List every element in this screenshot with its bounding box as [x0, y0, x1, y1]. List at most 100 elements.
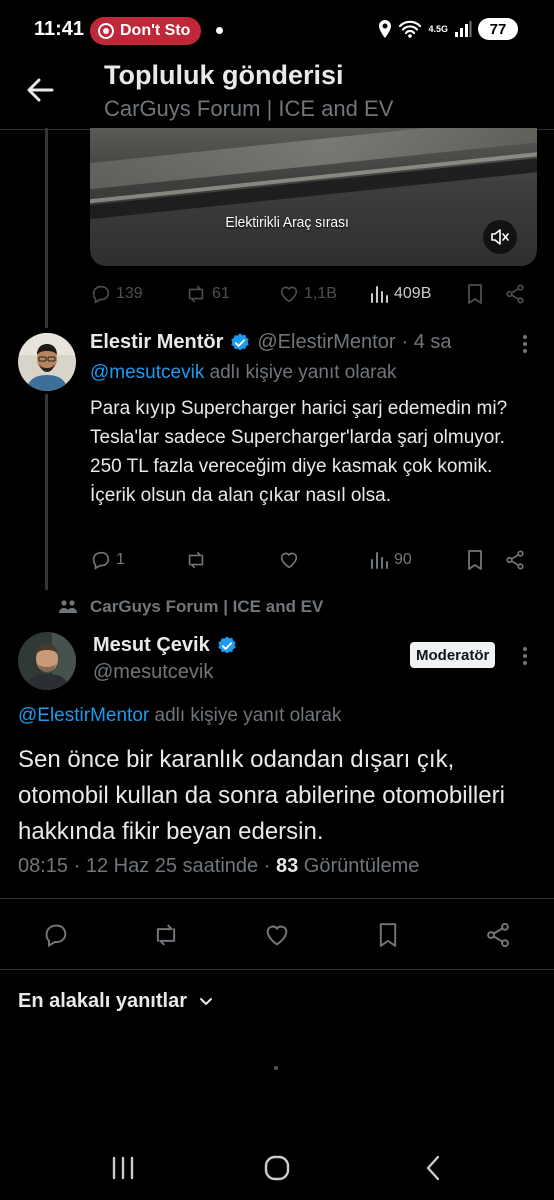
reply-button[interactable]: 1	[90, 545, 125, 575]
mention-link[interactable]: @ElestirMentor	[18, 705, 149, 726]
like-button[interactable]	[261, 919, 293, 951]
tweet-time: · 4 sa	[401, 331, 452, 353]
quoted-reply-count: 139	[116, 285, 143, 302]
home-button[interactable]	[257, 1152, 297, 1184]
repost-button[interactable]	[184, 545, 208, 575]
video-media[interactable]: Elektirikli Araç sırası	[90, 128, 537, 266]
back-button[interactable]	[22, 72, 58, 108]
recent-apps-button[interactable]	[103, 1152, 143, 1184]
quoted-bookmark-button[interactable]	[465, 279, 485, 309]
system-back-button[interactable]	[413, 1152, 453, 1184]
share-icon	[506, 284, 524, 304]
back-arrow-icon	[27, 78, 54, 102]
repost-icon	[156, 924, 176, 946]
speaker-muted-icon	[491, 229, 509, 245]
quoted-like-button[interactable]: 1,1B	[278, 279, 337, 309]
bookmark-icon	[468, 284, 482, 304]
handle[interactable]: @ElestirMentor	[257, 331, 395, 354]
reply-to-suffix: adlı kişiye yanıt olarak	[149, 705, 342, 726]
repost-icon	[188, 285, 204, 303]
bookmark-button[interactable]	[372, 919, 404, 951]
display-name[interactable]: Mesut Çevik	[93, 634, 210, 657]
tweet-timestamp[interactable]: 08:15 · 12 Haz 25 saatinde ·	[18, 855, 276, 877]
avatar[interactable]	[18, 333, 76, 391]
reply-count: 1	[116, 551, 125, 568]
community-people-icon	[59, 600, 77, 613]
more-options-button[interactable]	[515, 644, 535, 668]
quoted-like-count: 1,1B	[304, 285, 337, 302]
reply-to-line: @ElestirMentor adlı kişiye yanıt olarak	[18, 705, 341, 727]
reply-button[interactable]	[40, 919, 72, 951]
network-type: 4.5G	[428, 23, 448, 34]
page-title: Topluluk gönderisi	[104, 60, 344, 90]
video-caption: Elektirikli Araç sırası	[225, 214, 349, 231]
like-button[interactable]	[278, 545, 300, 575]
replies-sort-dropdown[interactable]: En alakalı yanıtlar	[18, 990, 215, 1013]
quoted-view-count: 409B	[394, 285, 432, 302]
back-chevron-icon	[426, 1155, 440, 1181]
handle[interactable]: @mesutcevik	[93, 661, 213, 684]
mesut-avatar-image	[18, 632, 76, 690]
quoted-repost-count: 61	[212, 285, 230, 302]
tweet-text: Para kıyıp Supercharger harici şarj edem…	[90, 398, 508, 506]
repost-button[interactable]	[150, 919, 182, 951]
bookmark-icon	[468, 550, 482, 570]
status-icons: 4.5G 77	[378, 18, 518, 40]
location-icon	[379, 20, 392, 38]
reply-tweet-header: Elestir Mentör @ElestirMentor · 4 sa	[90, 331, 452, 354]
community-name: CarGuys Forum | ICE and EV	[90, 597, 324, 616]
status-bar: 11:41 Don't Sto 4.5G 77	[0, 0, 554, 60]
views-label: Görüntüleme	[298, 855, 420, 877]
moderator-badge: Moderatör	[410, 642, 496, 668]
thread-line	[45, 128, 48, 328]
views-chart-icon	[371, 286, 388, 303]
thread-line	[45, 394, 48, 590]
share-button[interactable]	[482, 919, 514, 951]
more-dot-icon	[523, 342, 527, 346]
notification-dot-icon	[216, 27, 223, 34]
main-tweet-text: Sen önce bir karanlık odandan dışarı çık…	[18, 746, 505, 845]
replies-sort-label: En alakalı yanıtlar	[18, 990, 187, 1012]
community-label[interactable]: CarGuys Forum | ICE and EV	[58, 597, 323, 617]
share-button[interactable]	[504, 545, 526, 575]
reply-to-line: @mesutcevik adlı kişiye yanıt olarak	[90, 362, 397, 384]
verified-badge-icon	[231, 332, 250, 350]
bookmark-icon	[379, 923, 397, 947]
views-chart-icon	[371, 552, 388, 569]
heart-icon	[280, 286, 298, 303]
quoted-repost-button[interactable]: 61	[184, 279, 230, 309]
main-tweet-actions	[0, 898, 554, 970]
loading-indicator	[274, 1066, 278, 1070]
page-header: Topluluk gönderisi CarGuys Forum | ICE a…	[0, 56, 554, 130]
more-options-button[interactable]	[515, 332, 535, 356]
wifi-icon	[399, 20, 422, 38]
quoted-share-button[interactable]	[504, 279, 526, 309]
page-subtitle[interactable]: CarGuys Forum | ICE and EV	[104, 96, 393, 122]
mute-button[interactable]	[483, 220, 517, 254]
views-count[interactable]: 83	[276, 855, 298, 877]
recent-apps-icon	[112, 1156, 134, 1180]
views-button[interactable]: 90	[370, 545, 412, 575]
display-name[interactable]: Elestir Mentör	[90, 331, 223, 354]
heart-icon	[266, 925, 288, 946]
reply-icon	[92, 551, 110, 570]
screen-recording-pill[interactable]: Don't Sto	[90, 17, 201, 45]
quoted-reply-button[interactable]: 139	[90, 279, 143, 309]
verified-badge-icon	[218, 635, 236, 653]
bookmark-button[interactable]	[465, 545, 485, 575]
record-icon	[98, 23, 114, 39]
quoted-views-button[interactable]: 409B	[370, 279, 431, 309]
repost-icon	[188, 551, 204, 569]
avatar[interactable]	[18, 632, 76, 690]
mention-link[interactable]: @mesutcevik	[90, 362, 204, 383]
main-tweet-header: Mesut Çevik	[93, 634, 244, 657]
more-dot-icon	[523, 647, 527, 651]
heart-icon	[280, 552, 298, 569]
share-icon	[506, 550, 524, 570]
battery-level: 77	[489, 20, 507, 38]
recording-pill-label: Don't Sto	[120, 22, 191, 39]
status-time: 11:41	[34, 18, 85, 40]
more-dot-icon	[523, 335, 527, 339]
more-dot-icon	[523, 349, 527, 353]
reply-icon	[92, 285, 110, 304]
